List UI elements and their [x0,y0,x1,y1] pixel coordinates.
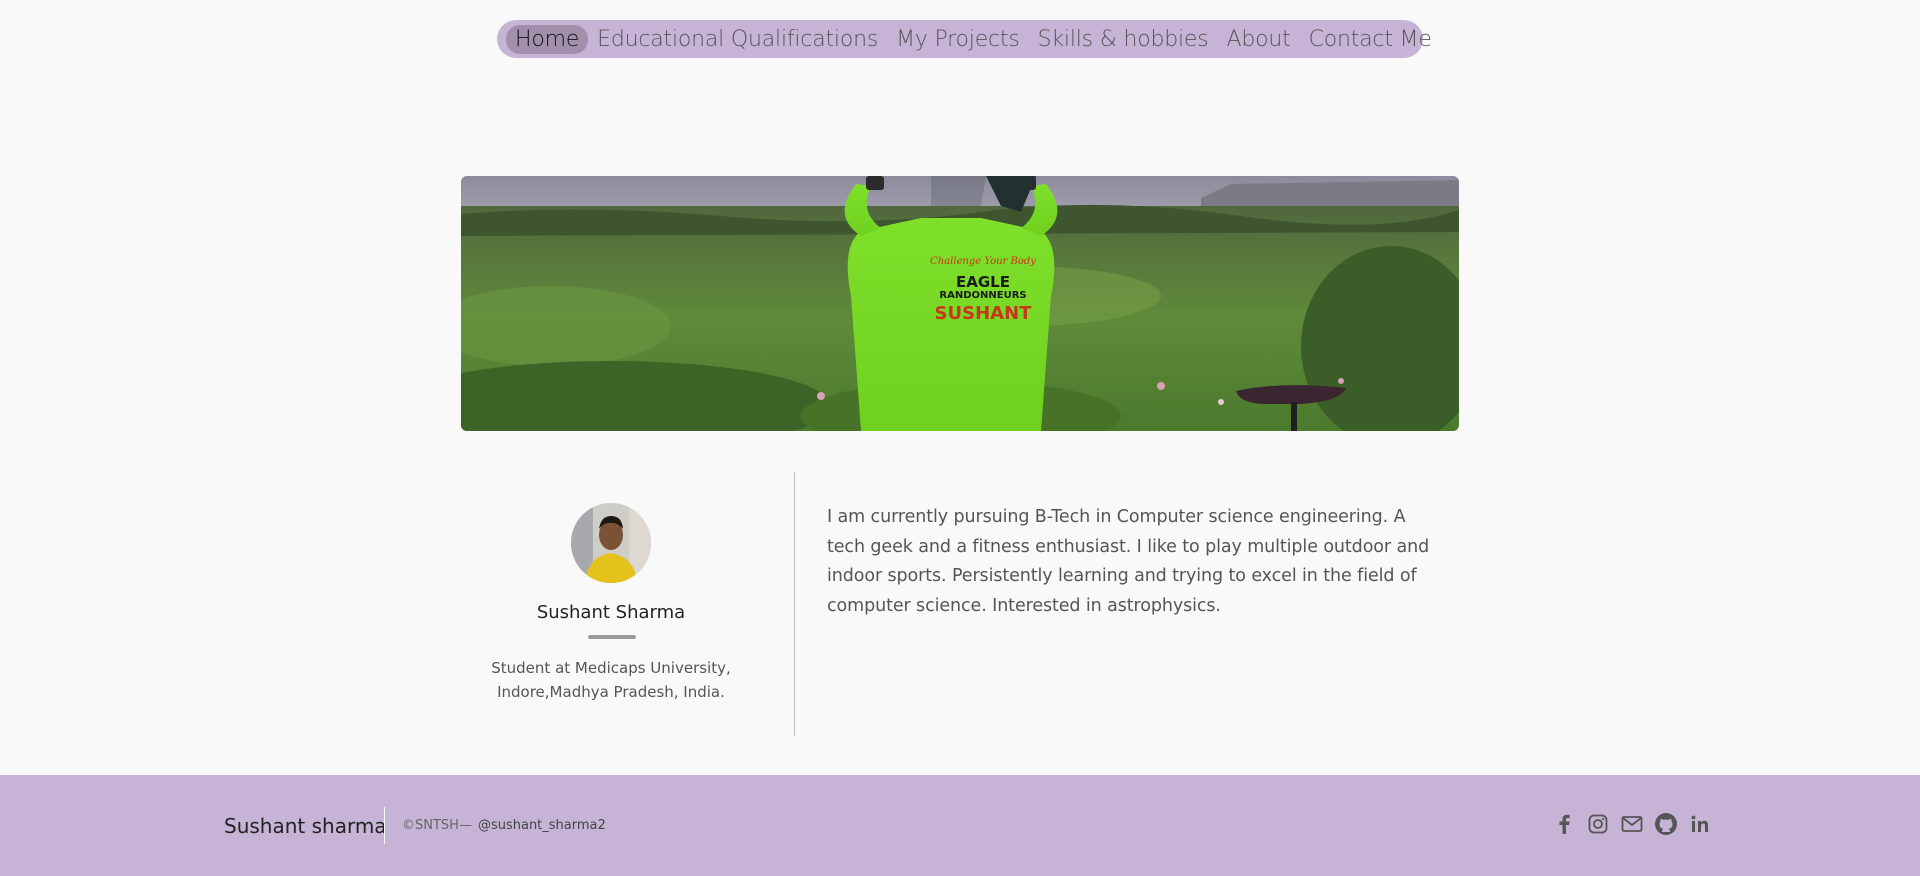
nav-item-educational-qualifications[interactable]: Educational Qualifications [588,25,887,54]
shirt-tagline: Challenge Your Body [930,256,1036,267]
nav-item-contact-me[interactable]: Contact Me [1300,25,1441,54]
facebook-icon[interactable] [1552,812,1576,836]
profile-subtitle-line2: Indore,Madhya Pradesh, India. [497,683,725,701]
profile-card: Sushant Sharma Student at Medicaps Unive… [461,472,794,736]
bio-text: I am currently pursuing B-Tech in Comput… [827,507,1430,616]
shirt-club-line2: RANDONNEURS [939,290,1026,301]
copyright-text: ©SNTSH— [402,818,472,833]
shirt-club-line1: EAGLE [956,273,1010,291]
nav-item-about[interactable]: About [1218,25,1300,54]
twitter-handle-link[interactable]: @sushant_sharma2 [478,818,606,833]
nav-item-my-projects[interactable]: My Projects [887,25,1029,54]
footer-divider [384,807,385,844]
footer-copyright: ©SNTSH— @sushant_sharma2 [402,818,606,833]
nav-item-home[interactable]: Home [506,24,589,54]
linkedin-icon[interactable] [1688,812,1712,836]
main-nav: Home Educational Qualifications My Proje… [497,20,1432,58]
shirt-name: SUSHANT [935,303,1033,324]
profile-subtitle-line1: Student at Medicaps University, [491,659,731,677]
vertical-divider [794,472,795,736]
github-icon[interactable] [1654,812,1678,836]
footer-brand[interactable]: Sushant sharma [224,814,387,838]
name-underline [588,635,636,639]
profile-name: Sushant Sharma [536,602,686,623]
footer: Sushant sharma ©SNTSH— @sushant_sharma2 [0,775,1920,876]
instagram-icon[interactable] [1586,812,1610,836]
nav-item-skills-hobbies[interactable]: Skills & hobbies [1029,25,1218,54]
avatar [571,503,651,583]
mail-icon[interactable] [1620,812,1644,836]
hero-banner-image: Challenge Your Body EAGLE RANDONNEURS SU… [461,176,1459,431]
social-links [1552,812,1712,836]
profile-subtitle: Student at Medicaps University, Indore,M… [461,656,761,704]
